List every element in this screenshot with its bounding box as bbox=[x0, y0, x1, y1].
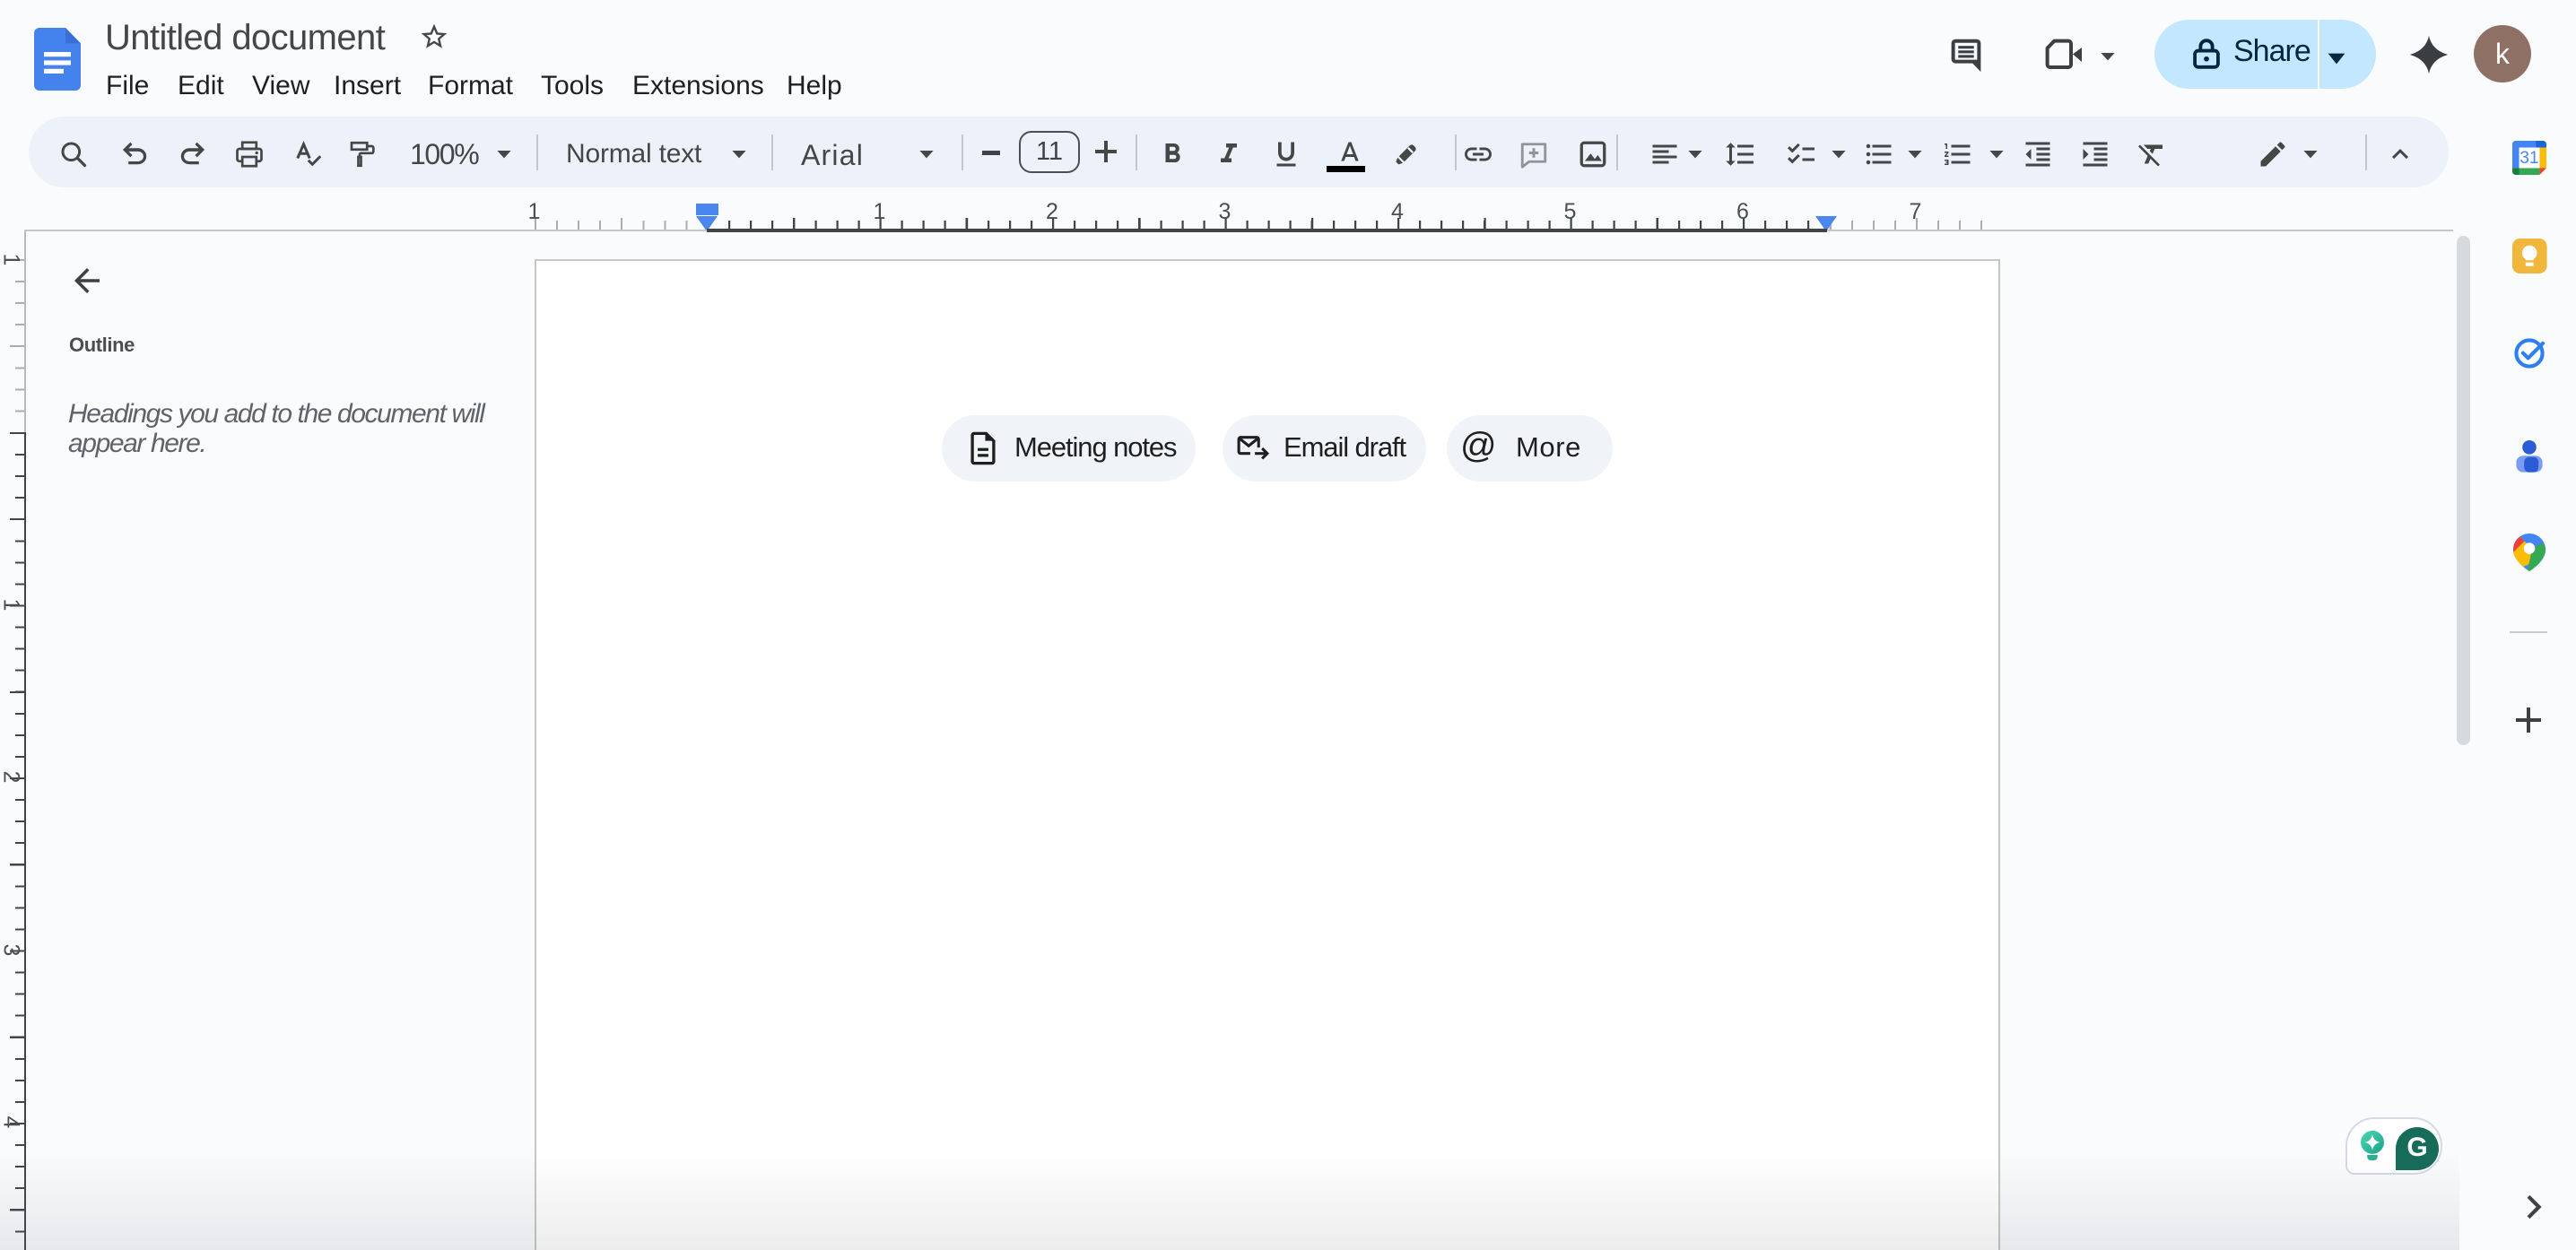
svg-text:31: 31 bbox=[2519, 149, 2538, 168]
